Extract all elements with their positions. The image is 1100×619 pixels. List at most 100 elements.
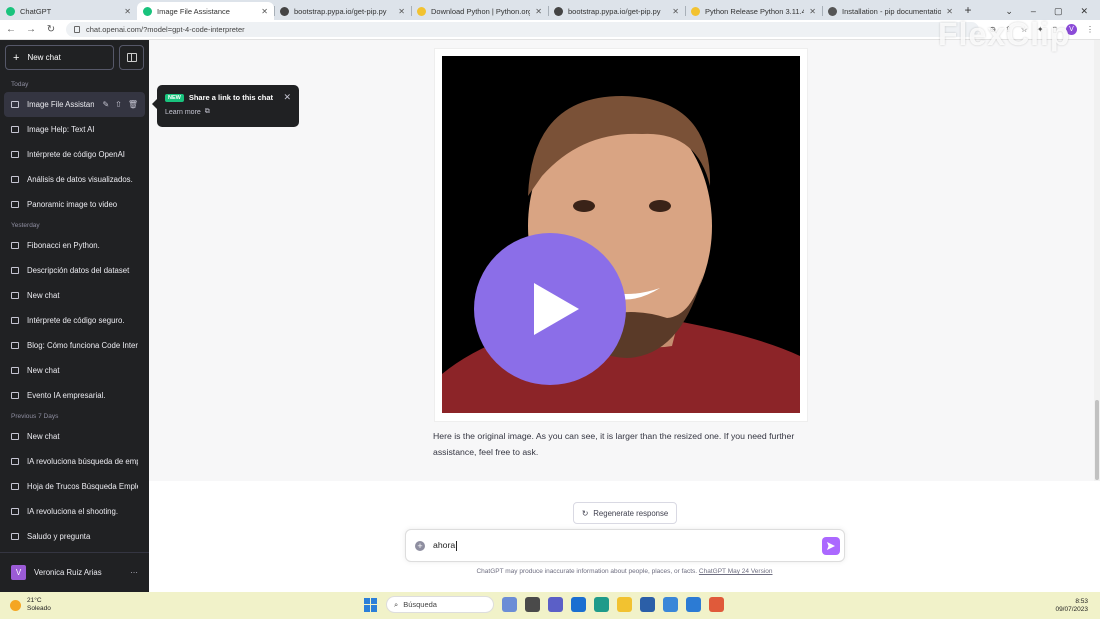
chat-history-label: Intérprete de código seguro. [27, 316, 125, 325]
chat-bubble-icon [11, 176, 19, 183]
weather-widget[interactable]: 21°C Soleado [10, 597, 51, 613]
chat-history-item[interactable]: New chat [0, 358, 149, 383]
file-explorer-icon[interactable] [617, 597, 632, 612]
taskbar: 21°C Soleado ⌕ Búsqueda 8:53 09/07/2023 [0, 592, 1100, 619]
clock[interactable]: 8:53 09/07/2023 [1055, 598, 1088, 614]
browser-tab[interactable]: Download Python | Python.org ✕ [411, 2, 548, 20]
more-icon[interactable]: ··· [130, 568, 138, 577]
close-icon[interactable]: ✕ [283, 92, 291, 103]
version-link[interactable]: ChatGPT May 24 Version [699, 568, 773, 575]
history-section-label: Previous 7 Days [11, 413, 59, 420]
tab-title: ChatGPT [20, 6, 52, 16]
chat-history-item[interactable]: Blog: Cómo funciona Code Interpreter [0, 333, 149, 358]
browser-tab[interactable]: Image File Assistance ✕ [137, 2, 274, 20]
chat-history-item[interactable]: Intérprete de código seguro. [0, 308, 149, 333]
chat-history-item[interactable]: New chat [0, 283, 149, 308]
scrollbar-thumb[interactable] [1095, 400, 1099, 480]
chevron-down-icon[interactable]: ⌄ [1005, 6, 1013, 17]
tab-close-icon[interactable]: ✕ [946, 7, 953, 16]
taskbar-search[interactable]: ⌕ Búsqueda [386, 596, 494, 613]
mail-icon[interactable] [571, 597, 586, 612]
reload-icon[interactable]: ↻ [46, 24, 56, 35]
chat-history-item[interactable]: Evento IA empresarial. [0, 383, 149, 408]
play-button[interactable] [474, 233, 626, 385]
tab-title: bootstrap.pypa.io/get-pip.py [568, 6, 661, 16]
store-icon[interactable] [640, 597, 655, 612]
tab-favicon-icon [280, 6, 289, 16]
share-icon[interactable]: ⇧ [115, 100, 122, 109]
minimize-icon[interactable]: – [1031, 6, 1036, 16]
chat-history-item[interactable]: Intérprete de código OpenAI [0, 142, 149, 167]
chat-history-item[interactable]: Análisis de datos visualizados. [0, 167, 149, 192]
chat-bubble-icon [11, 242, 19, 249]
user-avatar: V [11, 565, 26, 580]
chat-bubble-icon [11, 392, 19, 399]
close-icon[interactable]: ✕ [1080, 6, 1088, 17]
new-badge: NEW [165, 93, 184, 102]
back-icon[interactable]: ← [6, 24, 16, 35]
chat-history-item[interactable]: Saludo y pregunta [0, 524, 149, 549]
chat-history-label: Análisis de datos visualizados. [27, 175, 133, 184]
video-call-icon[interactable] [525, 597, 540, 612]
history-section-label: Yesterday [11, 222, 40, 229]
tab-close-icon[interactable]: ✕ [535, 7, 542, 16]
chat-history-item[interactable]: Fibonacci en Python. [0, 233, 149, 258]
chat-history-item[interactable]: IA revoluciona el shooting. [0, 499, 149, 524]
teams-icon[interactable] [548, 597, 563, 612]
edit-icon[interactable]: ✎ [102, 100, 109, 109]
chat-history-label: Fibonacci en Python. [27, 241, 100, 250]
scrollbar[interactable] [1094, 40, 1100, 481]
browser-tab-strip: ChatGPT ✕ Image File Assistance ✕ bootstrap.… [0, 0, 1100, 20]
chrome-profile-icon[interactable] [709, 597, 724, 612]
task-view-icon[interactable] [502, 597, 517, 612]
tab-close-icon[interactable]: ✕ [124, 7, 131, 16]
tab-close-icon[interactable]: ✕ [398, 7, 405, 16]
collapse-sidebar-button[interactable] [119, 45, 144, 70]
chat-history-item[interactable]: Image File Assistance ✎ ⇧ 🗑 [4, 92, 145, 117]
chat-bubble-icon [11, 201, 19, 208]
tab-close-icon[interactable]: ✕ [809, 7, 816, 16]
chat-history-item[interactable]: Image Help: Text AI [0, 117, 149, 142]
send-icon [827, 541, 835, 550]
time: 8:53 [1075, 598, 1088, 605]
chat-history-label: IA revoluciona búsqueda de empleo [27, 457, 138, 466]
browser-tab[interactable]: bootstrap.pypa.io/get-pip.py ✕ [274, 2, 411, 20]
new-chat-button[interactable]: + New chat [5, 45, 114, 70]
url-field[interactable]: chat.openai.com/?model=gpt-4-code-interp… [66, 22, 980, 37]
refresh-icon: ↻ [581, 508, 589, 518]
chat-history-item[interactable]: Panoramic image to video [0, 192, 149, 217]
chat-bubble-icon [11, 126, 19, 133]
tab-close-icon[interactable]: ✕ [261, 7, 268, 16]
trash-icon[interactable]: 🗑 [128, 100, 138, 109]
attach-plus-icon[interactable]: + [415, 540, 425, 551]
chat-history-item[interactable]: New chat [0, 424, 149, 449]
chat-history-item[interactable]: IA revoluciona búsqueda de empleo [0, 449, 149, 474]
windows-start-icon[interactable] [364, 597, 378, 612]
browser-tab[interactable]: ChatGPT ✕ [0, 2, 137, 20]
forward-icon[interactable]: → [26, 24, 36, 35]
chat-bubble-icon [11, 483, 19, 490]
user-menu[interactable]: V Veronica Ruiz Arias ··· [0, 552, 149, 592]
chat-bubble-icon [11, 317, 19, 324]
tab-favicon-icon [143, 6, 152, 16]
menu-dots-icon[interactable]: ⋮ [1086, 25, 1094, 34]
regenerate-response-button[interactable]: ↻ Regenerate response [573, 502, 677, 524]
learn-more-link[interactable]: Learn more [165, 109, 201, 116]
tab-favicon-icon [828, 6, 837, 16]
search-icon: ⌕ [394, 599, 399, 609]
chat-history-item[interactable]: Hoja de Trucos Búsqueda Empleo [0, 474, 149, 499]
chrome-icon[interactable] [663, 597, 678, 612]
tab-close-icon[interactable]: ✕ [672, 7, 679, 16]
browser-tab[interactable]: bootstrap.pypa.io/get-pip.py ✕ [548, 2, 685, 20]
app-icon[interactable] [686, 597, 701, 612]
chat-history-item[interactable]: Descripción datos del dataset [0, 258, 149, 283]
edge-icon[interactable] [594, 597, 609, 612]
send-button[interactable] [822, 536, 840, 555]
message-input[interactable]: + ahora [405, 529, 845, 562]
chat-history-label: Descripción datos del dataset [27, 266, 130, 275]
maximize-icon[interactable]: ▢ [1054, 6, 1063, 17]
sun-icon [10, 599, 21, 611]
browser-tab[interactable]: Python Release Python 3.11.4 | ✕ [685, 2, 822, 20]
chat-bubble-icon [11, 101, 19, 108]
tab-favicon-icon [554, 6, 563, 16]
